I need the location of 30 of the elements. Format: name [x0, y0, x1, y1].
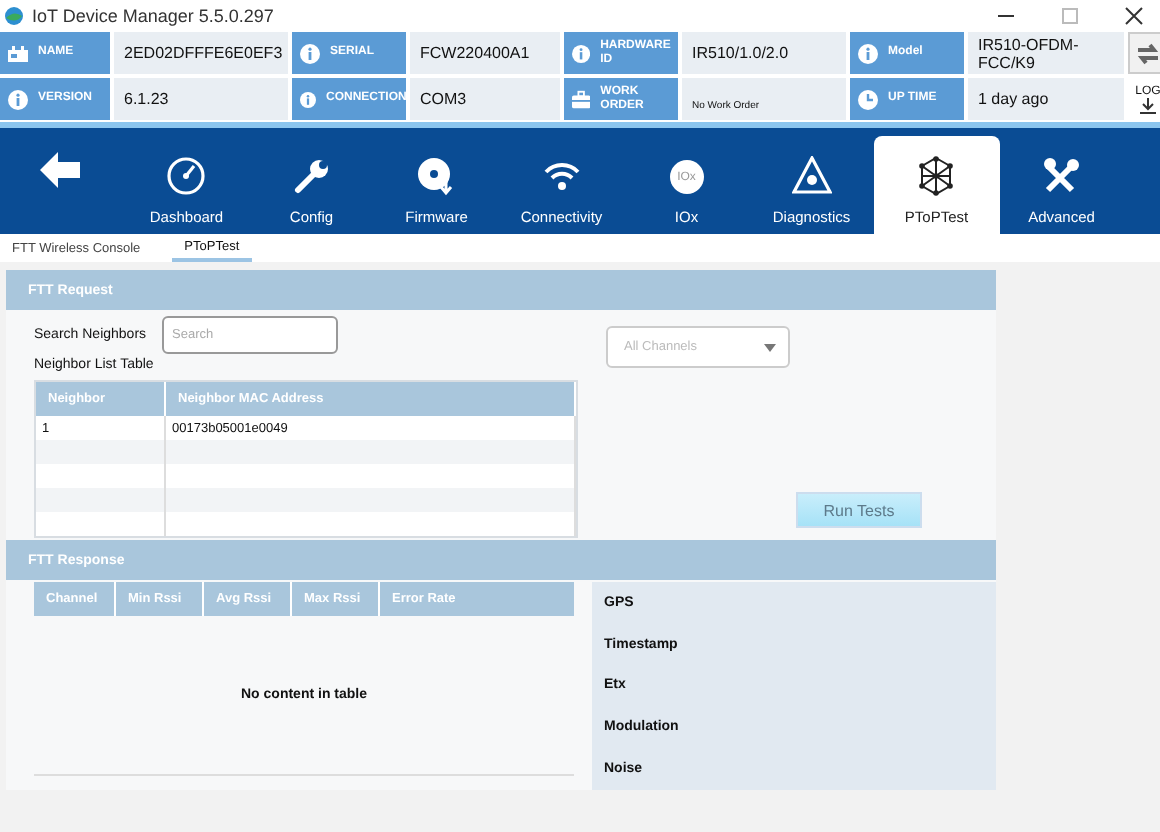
disc-download-icon	[416, 156, 457, 196]
refresh-button[interactable]	[1128, 32, 1160, 74]
window-title: IoT Device Manager 5.5.0.297	[32, 5, 274, 25]
close-icon[interactable]	[1124, 5, 1144, 25]
gauge-icon	[166, 156, 207, 196]
network-mesh-icon	[916, 156, 957, 196]
info-icon	[572, 43, 591, 63]
info-icon	[300, 89, 316, 109]
field-value: IR510/1.0/2.0	[692, 44, 789, 62]
device-icon	[8, 43, 28, 63]
download-icon	[1140, 97, 1156, 113]
warning-triangle-icon	[791, 156, 832, 196]
field-value: COM3	[420, 90, 467, 108]
refresh-icon	[1134, 41, 1160, 65]
tools-icon	[1041, 156, 1082, 196]
dropdown-caret-icon	[764, 343, 776, 351]
run-tests-button[interactable]: Run Tests	[796, 492, 922, 528]
field-value: FCW220400A1	[420, 44, 530, 62]
field-value: 1 day ago	[978, 90, 1049, 108]
info-icon	[8, 89, 28, 109]
field-value: IR510-OFDM-FCC/K9	[978, 35, 1081, 71]
clock-icon	[858, 89, 878, 109]
info-icon	[300, 43, 320, 63]
briefcase-icon	[572, 89, 591, 109]
field-value: 2ED02DFFFE6E0EF3	[124, 44, 283, 62]
field-value: 6.1.23	[124, 90, 169, 108]
back-arrow-icon	[40, 152, 84, 188]
wrench-icon	[291, 156, 332, 196]
info-icon	[858, 43, 878, 63]
app-logo-icon	[4, 5, 24, 25]
